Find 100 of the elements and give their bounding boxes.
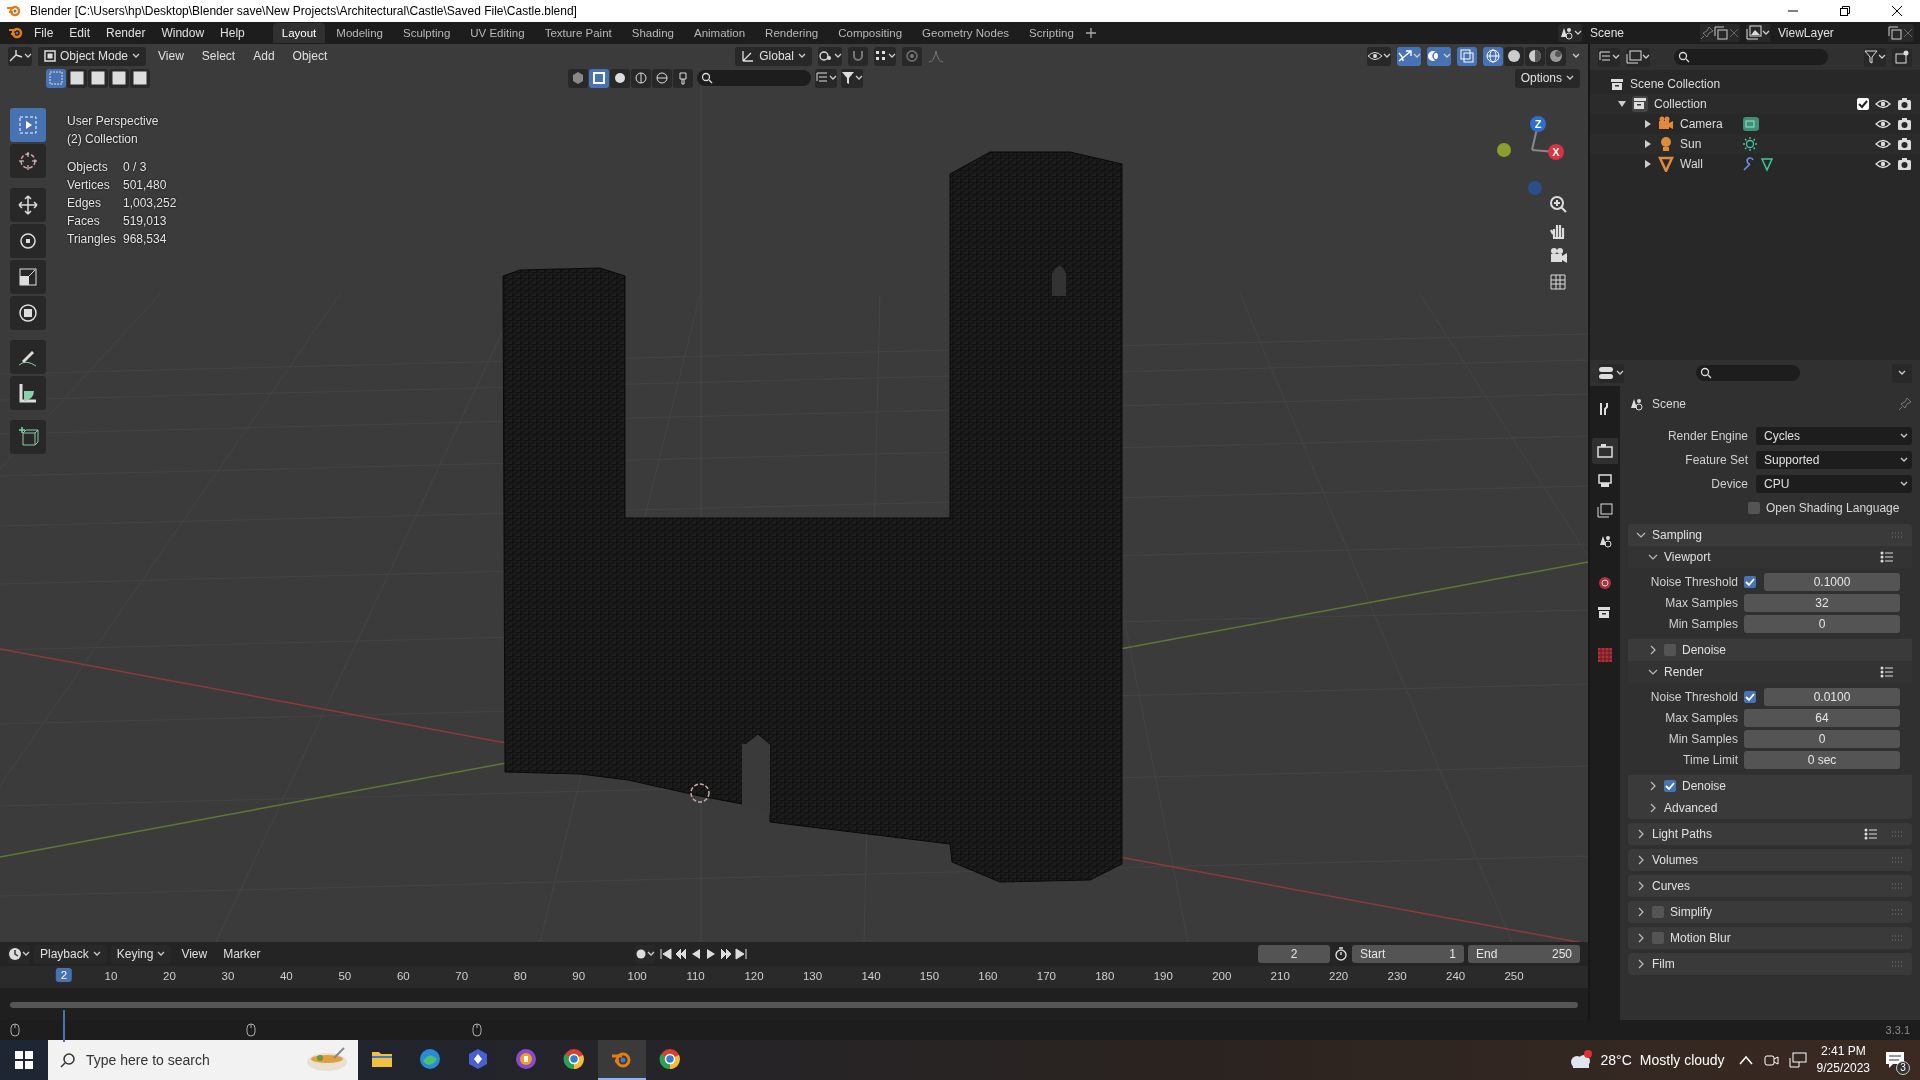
outliner-item[interactable]: Collection (1654, 97, 1707, 111)
panel-title[interactable]: Motion Blur (1670, 931, 1731, 945)
workspace-tab[interactable]: Layout (272, 23, 326, 43)
scene-field[interactable]: Scene (1582, 24, 1700, 42)
frame-number: 160 (978, 970, 998, 982)
number-field[interactable]: 0.0100 (1764, 688, 1900, 706)
menu-item[interactable]: Help (212, 23, 253, 43)
workspace-tab[interactable]: Modeling (327, 23, 392, 43)
menu-item[interactable]: Marker (217, 945, 267, 963)
subpanel-title[interactable]: Denoise (1682, 643, 1727, 657)
panel-title[interactable]: Film (1652, 957, 1675, 971)
workspace-tab[interactable]: Animation (684, 23, 755, 43)
field-label: Min Samples (1667, 732, 1739, 746)
subpanel-title[interactable]: Advanced (1664, 801, 1718, 815)
menu-item[interactable]: Edit (61, 23, 99, 43)
mode-dropdown[interactable]: Object Mode (38, 46, 147, 66)
menu-item[interactable]: Render (98, 23, 154, 43)
workspace-tab[interactable]: Geometry Nodes (913, 23, 1019, 43)
field-label: Max Samples (1664, 596, 1739, 610)
dropdown-field[interactable]: CPU (1756, 475, 1912, 493)
number-field[interactable]: 0.1000 (1764, 573, 1900, 591)
outliner-item[interactable]: Camera (1680, 117, 1736, 131)
menu-item[interactable]: View (175, 945, 214, 963)
menu-item[interactable]: Add (247, 47, 281, 65)
workspace-tab[interactable]: Sculpting (393, 23, 460, 43)
navigation-gizmo[interactable]: Z X (1496, 108, 1576, 198)
frame-number: 170 (1036, 970, 1056, 982)
viewport-info-text: (2) Collection (67, 131, 139, 148)
stat-label: Edges (67, 195, 103, 212)
context-title: Scene (1652, 397, 1687, 411)
taskbar-search-field[interactable]: Type here to search (48, 1040, 358, 1080)
frame-number: 90 (572, 970, 586, 982)
menu-item[interactable]: File (26, 23, 62, 43)
viewport-info-text: User Perspective (67, 113, 160, 130)
panel-title[interactable]: Light Paths (1652, 827, 1713, 841)
start-frame-field[interactable]: Start 1 (1352, 945, 1464, 963)
number-field[interactable]: 32 (1744, 594, 1900, 612)
panel-title[interactable]: Simplify (1670, 905, 1712, 919)
notifications-button[interactable]: 3 (1880, 1045, 1910, 1075)
workspace-tab[interactable]: Compositing (829, 23, 912, 43)
workspace-tab[interactable]: Texture Paint (535, 23, 621, 43)
menu-item[interactable]: Select (195, 47, 242, 65)
clock-time[interactable]: 2:41 PM (1820, 1043, 1866, 1060)
subpanel-title[interactable]: Render (1664, 665, 1704, 679)
number-field[interactable]: 64 (1744, 709, 1900, 727)
field-value: Cycles (1764, 429, 1800, 443)
panel-title[interactable]: Sampling (1652, 528, 1703, 542)
field-label: Start (1360, 947, 1386, 961)
panel-title[interactable]: Curves (1652, 879, 1690, 893)
field-label: Noise Threshold (1649, 575, 1739, 589)
timeline-menu[interactable]: Playback (34, 944, 107, 964)
frame-number: 230 (1387, 970, 1407, 982)
panel-title[interactable]: Volumes (1652, 853, 1699, 867)
frame-number: 200 (1212, 970, 1232, 982)
current-frame-marker[interactable]: 2 (55, 968, 73, 982)
frame-number: 130 (802, 970, 823, 982)
field-value: 250 (1551, 947, 1572, 961)
field-label: Noise Threshold (1649, 690, 1739, 704)
frame-number: 150 (919, 970, 940, 982)
field-value: Supported (1764, 453, 1820, 467)
frame-number: 110 (686, 970, 705, 982)
outliner-item[interactable]: Sun (1680, 137, 1736, 151)
frame-number: 220 (1329, 970, 1349, 982)
search-placeholder: Type here to search (86, 1052, 211, 1068)
workspace-tab[interactable]: Scripting (1020, 23, 1083, 43)
menu-item[interactable]: Object (286, 47, 334, 65)
stat-value: 1,003,252 (123, 195, 177, 212)
menu-item[interactable]: Window (153, 23, 213, 43)
frame-field[interactable]: 2 (1258, 945, 1330, 963)
version-text: 3.3.1 (1885, 1024, 1910, 1036)
subpanel-title[interactable]: Viewport (1664, 550, 1711, 564)
menu-item[interactable]: View (152, 47, 190, 65)
frame-number: 30 (221, 970, 235, 982)
notification-count: 3 (1896, 1061, 1910, 1075)
field-label: Feature Set (1684, 453, 1749, 467)
frame-number: 120 (744, 970, 764, 982)
view-layer-field[interactable]: ViewLayer (1770, 24, 1888, 42)
window-title: Blender [C:\Users\hp\Desktop\Blender save\New Projects\Architectural\Castle\Saved File\Castle.blend] (30, 4, 578, 18)
workspace-tab[interactable]: Shading (622, 23, 683, 43)
frame-number: 50 (338, 970, 352, 982)
dropdown-field[interactable]: Cycles (1756, 427, 1912, 445)
frame-number: 180 (1095, 970, 1115, 982)
workspace-tab[interactable]: Rendering (756, 23, 828, 43)
workspace-tab[interactable]: UV Editing (461, 23, 534, 43)
subpanel-title[interactable]: Denoise (1682, 779, 1727, 793)
outliner-item[interactable]: Scene Collection (1630, 77, 1721, 91)
number-field[interactable]: 0 sec (1744, 751, 1900, 769)
stat-label: Faces (67, 213, 101, 230)
field-label: End (1476, 947, 1498, 961)
dropdown-field[interactable]: Supported (1756, 451, 1912, 469)
number-field[interactable]: 0 (1744, 730, 1900, 748)
options-dropdown[interactable]: Options (1514, 68, 1580, 88)
timeline-menu[interactable]: Keying (110, 944, 172, 964)
clock-date[interactable]: 9/25/2023 (1816, 1060, 1870, 1077)
frame-number: 250 (1504, 970, 1524, 982)
outliner-item[interactable]: Wall (1680, 157, 1736, 171)
end-frame-field[interactable]: End 250 (1468, 945, 1580, 963)
number-field[interactable]: 0 (1744, 615, 1900, 633)
orientation-dropdown[interactable]: Global (735, 46, 812, 66)
field-value: 1 (1449, 947, 1456, 961)
